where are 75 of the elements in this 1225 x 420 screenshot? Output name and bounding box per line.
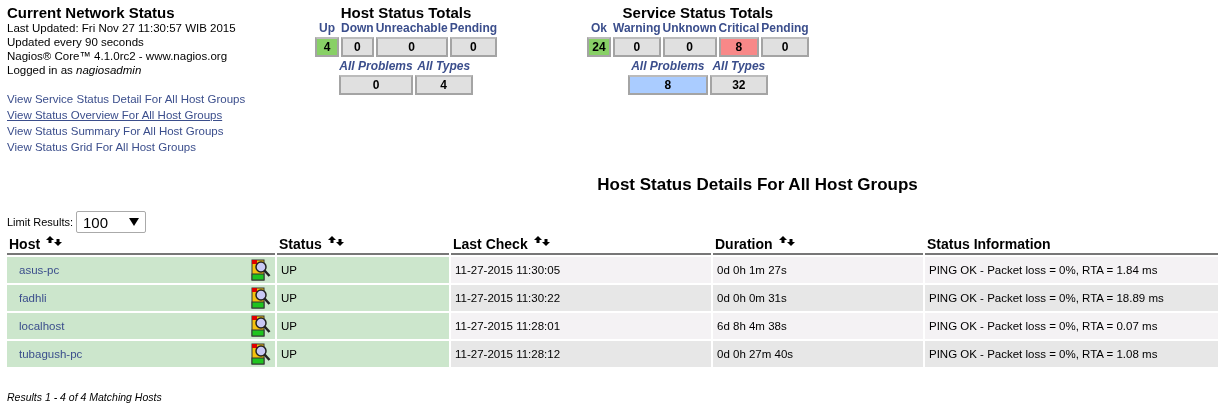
host-link[interactable]: tubagush-pc [19, 348, 83, 360]
table-cell: 0d 0h 27m 40s [713, 341, 923, 367]
section-heading: Host Status Details For All Host Groups [596, 175, 919, 195]
count-value[interactable]: 8 [627, 75, 708, 95]
count-value[interactable]: 0 [662, 37, 717, 57]
view-link[interactable]: View Status Overview For All Host Groups [7, 107, 223, 123]
view-link[interactable]: View Service Status Detail For All Host Groups [7, 91, 246, 107]
host-link[interactable]: localhost [19, 320, 65, 332]
column-title: Status [279, 236, 322, 252]
status-link[interactable]: Up [315, 21, 339, 36]
results-count: Results 1 - 4 of 4 Matching Hosts [7, 391, 163, 403]
view-link[interactable]: View Status Grid For All Host Groups [7, 139, 196, 155]
count-value[interactable]: 0 [341, 37, 374, 57]
table-cell: PING OK - Packet loss = 0%, RTA = 1.84 ms [925, 257, 1218, 283]
column-title: Status Information [927, 236, 1051, 252]
status-link[interactable]: Down [341, 21, 374, 36]
status-link[interactable]: All Types [709, 59, 768, 74]
table-cell: PING OK - Packet loss = 0%, RTA = 18.89 ms [925, 285, 1218, 311]
status-link[interactable]: Unreachable [375, 21, 448, 36]
status-text: UP [281, 348, 297, 360]
magnifier-icon[interactable] [251, 343, 271, 365]
status-link[interactable]: Ok [587, 21, 612, 36]
status-text: UP [281, 264, 297, 276]
table-cell: 11-27-2015 11:30:05 [451, 257, 711, 283]
sort-icon[interactable] [327, 236, 344, 246]
table-cell: 11-27-2015 11:28:01 [451, 313, 711, 339]
table-cell: 11-27-2015 11:28:12 [451, 341, 711, 367]
info-line: Last Updated: Fri Nov 27 11:30:57 WIB 2015 [7, 21, 237, 35]
sort-icon[interactable] [533, 236, 550, 246]
column-title: Last Check [453, 236, 528, 252]
host-link[interactable]: asus-pc [19, 264, 60, 276]
count-value[interactable]: 0 [761, 37, 809, 57]
status-link[interactable]: All Types [414, 59, 473, 74]
count-value[interactable]: 0 [375, 37, 448, 57]
column-title: Host [9, 236, 41, 252]
status-link[interactable]: Pending [761, 21, 809, 36]
table-cell: 6d 8h 4m 38s [713, 313, 923, 339]
table-cell: PING OK - Packet loss = 0%, RTA = 1.08 ms [925, 341, 1218, 367]
table-cell: 0d 0h 0m 31s [713, 285, 923, 311]
info-line: Nagios® Core™ 4.1.0rc2 - www.nagios.org [7, 49, 229, 63]
status-text: UP [281, 320, 297, 332]
magnifier-icon[interactable] [251, 287, 271, 309]
status-link[interactable]: Unknown [662, 21, 717, 36]
count-value[interactable]: 0 [339, 75, 413, 95]
column-title: Duration [715, 236, 773, 252]
status-link[interactable]: All Problems [627, 59, 708, 74]
table-cell: 0d 0h 1m 27s [713, 257, 923, 283]
caret-icon [129, 218, 140, 226]
count-value[interactable]: 24 [587, 37, 612, 57]
info-line: Updated every 90 seconds [7, 35, 145, 49]
status-link[interactable]: Warning [613, 21, 661, 36]
count-value[interactable]: 4 [414, 75, 473, 95]
count-value[interactable]: 0 [449, 37, 498, 57]
magnifier-icon[interactable] [251, 315, 271, 337]
count-value[interactable]: 8 [718, 37, 760, 57]
totals-title: Service Status Totals [622, 4, 774, 21]
status-link[interactable]: Pending [449, 21, 498, 36]
status-link[interactable]: Critical [718, 21, 760, 36]
table-cell: 11-27-2015 11:30:22 [451, 285, 711, 311]
magnifier-icon[interactable] [251, 259, 271, 281]
page-title: Current Network Status [7, 4, 176, 21]
status-text: UP [281, 292, 297, 304]
host-link[interactable]: fadhli [19, 292, 47, 304]
info-line: Logged in as nagiosadmin [7, 63, 143, 77]
count-value[interactable]: 0 [613, 37, 661, 57]
table-cell: PING OK - Packet loss = 0%, RTA = 0.07 ms [925, 313, 1218, 339]
sort-icon[interactable] [46, 236, 63, 246]
sort-icon[interactable] [778, 236, 795, 246]
count-value[interactable]: 32 [709, 75, 768, 95]
totals-title: Host Status Totals [340, 4, 472, 21]
count-value[interactable]: 4 [315, 37, 339, 57]
limit-select[interactable]: 100 [76, 211, 147, 233]
status-link[interactable]: All Problems [339, 59, 413, 74]
limit-label: Limit Results: [7, 216, 74, 228]
view-link[interactable]: View Status Summary For All Host Groups [7, 123, 224, 139]
